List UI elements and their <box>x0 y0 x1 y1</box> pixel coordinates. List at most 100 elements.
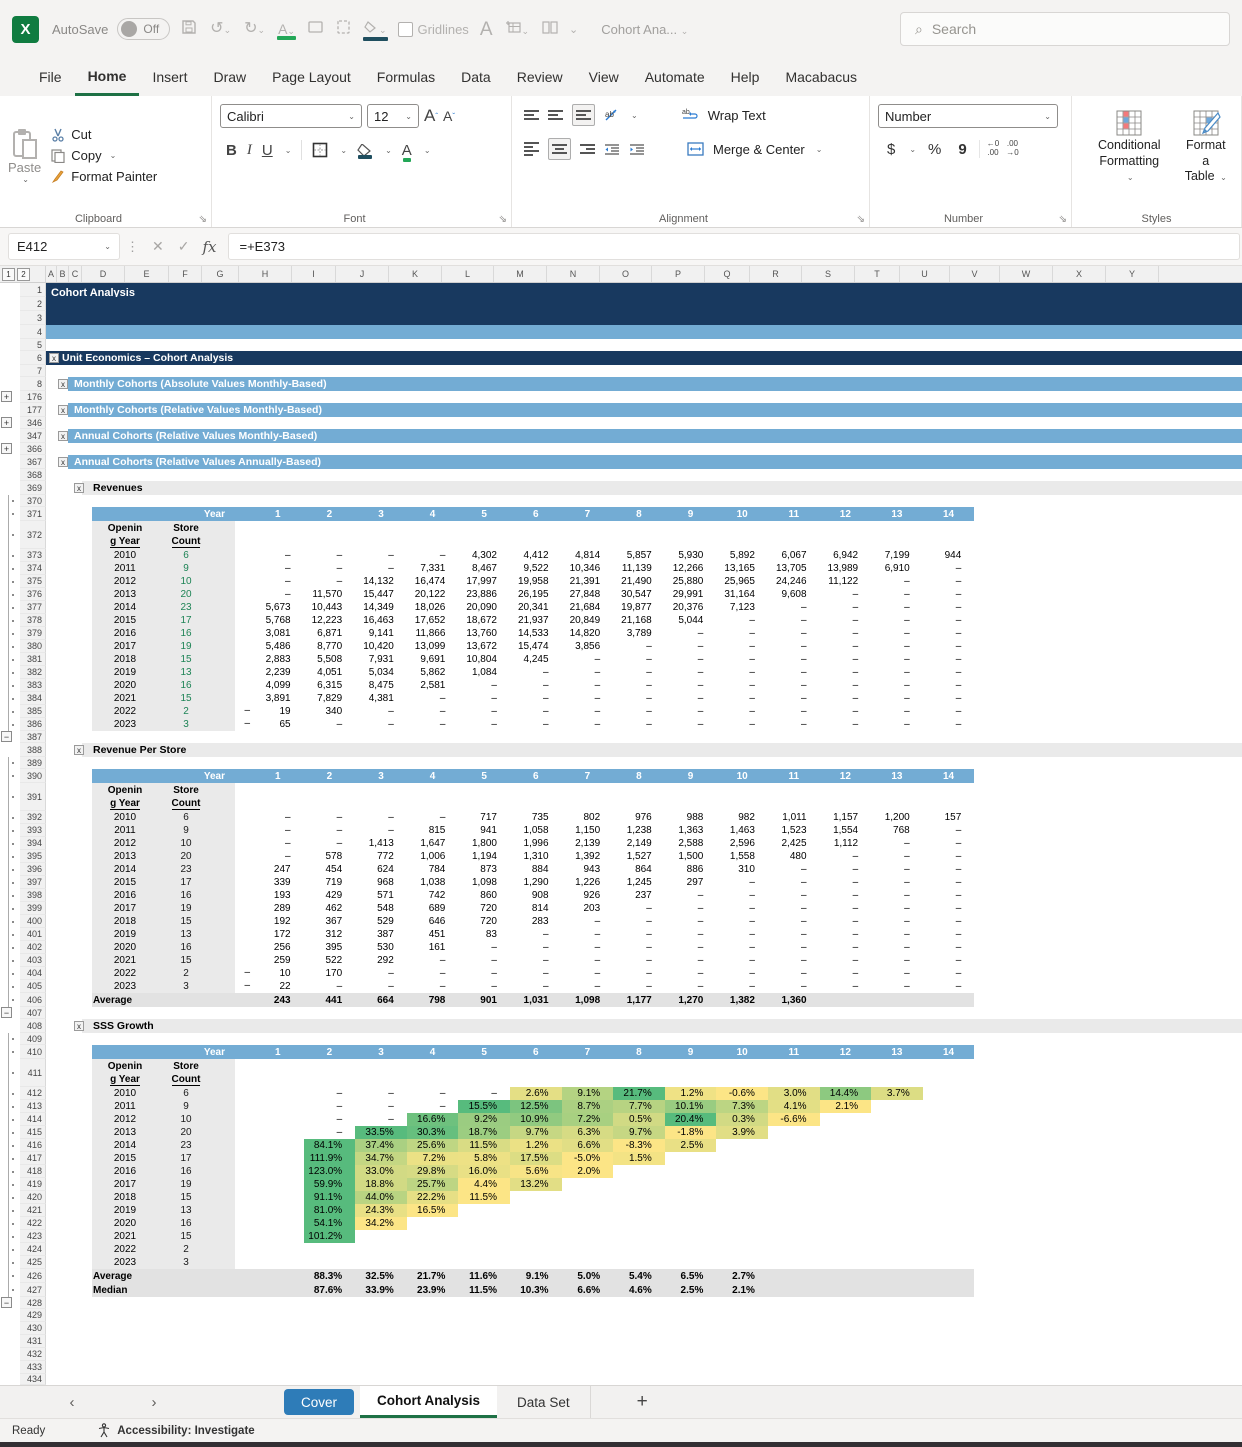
cell[interactable]: – <box>871 640 923 653</box>
fill-color-icon[interactable]: ⌄ <box>362 21 389 37</box>
cell[interactable]: – <box>820 705 872 718</box>
row-header[interactable]: 411 <box>20 1059 46 1087</box>
cell[interactable]: 1,150 <box>562 824 614 837</box>
table-row-labels[interactable]: 202115 <box>92 692 235 705</box>
cell[interactable]: 814 <box>510 902 562 915</box>
cell[interactable]: – <box>923 889 975 902</box>
cell[interactable]: – <box>562 954 614 967</box>
cell[interactable]: – <box>820 666 872 679</box>
cell[interactable]: 720 <box>458 902 510 915</box>
chevron-down-icon[interactable]: ⌄ <box>909 145 916 154</box>
year-cell[interactable]: 2018 <box>92 1192 158 1203</box>
number-format-select[interactable]: Number⌄ <box>878 104 1058 128</box>
cell[interactable]: – <box>665 627 717 640</box>
cell[interactable]: 988 <box>665 811 717 824</box>
cell[interactable]: 2,588 <box>665 837 717 850</box>
year-col-header[interactable]: 11 <box>768 509 820 520</box>
year-col-header[interactable]: 1 <box>252 1047 304 1058</box>
bold-button[interactable]: B <box>226 142 237 159</box>
year0-cell[interactable] <box>235 1256 252 1269</box>
cell[interactable]: -6.6% <box>768 1113 820 1126</box>
year-col-header[interactable]: 9 <box>665 771 717 782</box>
ribbon-tab-automate[interactable]: Automate <box>632 58 718 96</box>
cell[interactable]: – <box>304 562 356 575</box>
cell[interactable] <box>407 1217 459 1230</box>
cell[interactable]: 12,266 <box>665 562 717 575</box>
cell[interactable]: 16.5% <box>407 1204 459 1217</box>
cell[interactable] <box>613 1178 665 1191</box>
table-row-labels[interactable]: 201210 <box>92 1113 235 1126</box>
row-header[interactable]: 427 <box>20 1283 46 1297</box>
cell[interactable] <box>252 1113 304 1126</box>
conditional-formatting-button[interactable]: ConditionalFormatting ⌄ <box>1090 104 1169 207</box>
chevron-down-icon[interactable]: ⌄ <box>287 26 295 36</box>
cell[interactable]: – <box>871 627 923 640</box>
year0-cell[interactable]: – <box>235 980 252 993</box>
cell[interactable] <box>820 1256 872 1269</box>
table-row-labels[interactable]: 201913 <box>92 1204 235 1217</box>
cell[interactable] <box>923 1100 975 1113</box>
row-header[interactable]: 419 <box>20 1178 46 1191</box>
cell[interactable]: 646 <box>407 915 459 928</box>
currency-format-button[interactable]: $ <box>882 141 900 158</box>
year-col-header[interactable]: 9 <box>665 509 717 520</box>
cell[interactable] <box>923 1243 975 1256</box>
year0-cell[interactable] <box>235 692 252 705</box>
cell[interactable] <box>355 1256 407 1269</box>
format-as-table-button[interactable]: Format aTable ⌄ <box>1177 104 1235 207</box>
cell[interactable]: 5.8% <box>458 1152 510 1165</box>
cell[interactable] <box>871 1217 923 1230</box>
cell[interactable]: – <box>923 837 975 850</box>
store-count-cell[interactable]: 16 <box>158 1166 214 1177</box>
year-col-header[interactable]: 9 <box>665 1047 717 1058</box>
cell[interactable] <box>716 1165 768 1178</box>
cell[interactable]: – <box>820 863 872 876</box>
cell[interactable]: 14,533 <box>510 627 562 640</box>
cell[interactable]: – <box>923 562 975 575</box>
table-row-labels[interactable]: 201616 <box>92 889 235 902</box>
cell[interactable]: 689 <box>407 902 459 915</box>
row-header[interactable]: 412 <box>20 1087 46 1100</box>
cell[interactable]: 4,245 <box>510 653 562 666</box>
cell[interactable]: 10,804 <box>458 653 510 666</box>
store-count-cell[interactable]: 15 <box>158 693 214 704</box>
column-header-J[interactable]: J <box>336 266 389 282</box>
cell[interactable]: 10 <box>252 967 304 980</box>
year-cell[interactable]: 2019 <box>92 1205 158 1216</box>
cell[interactable]: 772 <box>355 850 407 863</box>
cell[interactable]: 4.1% <box>768 1100 820 1113</box>
column-header-C[interactable]: C <box>69 266 82 282</box>
cell[interactable] <box>252 1204 304 1217</box>
cell[interactable] <box>871 1191 923 1204</box>
sheet-tab-cohort-analysis[interactable]: Cohort Analysis <box>360 1386 497 1418</box>
table-row-labels[interactable]: 201517 <box>92 1152 235 1165</box>
cell[interactable]: 4,051 <box>304 666 356 679</box>
cell[interactable] <box>613 1243 665 1256</box>
row-header[interactable]: 346 <box>20 417 46 429</box>
section-title-bar[interactable]: SSS Growth <box>82 1019 1242 1033</box>
cell[interactable]: – <box>768 601 820 614</box>
cell[interactable]: 13,705 <box>768 562 820 575</box>
cell[interactable]: 283 <box>510 915 562 928</box>
collapse-toggle-icon[interactable]: x <box>58 457 68 467</box>
cell[interactable] <box>716 1191 768 1204</box>
table-row-labels[interactable]: 20106 <box>92 549 235 562</box>
chevron-down-icon[interactable]: ⌄ <box>379 25 387 35</box>
cell[interactable]: 15.5% <box>458 1100 510 1113</box>
chevron-down-icon[interactable]: ⌄ <box>424 146 431 155</box>
cell[interactable]: 6,871 <box>304 627 356 640</box>
year-cell[interactable]: 2020 <box>92 942 158 953</box>
year-col-header[interactable]: 3 <box>355 1047 407 1058</box>
cell[interactable]: 24,246 <box>768 575 820 588</box>
year-col-header[interactable]: 1 <box>252 771 304 782</box>
row-header[interactable]: 434 <box>20 1374 46 1385</box>
table-summary-row[interactable]: Average88.3%32.5%21.7%11.6%9.1%5.0%5.4%6… <box>92 1269 974 1283</box>
cell[interactable]: 9,608 <box>768 588 820 601</box>
year0-cell[interactable] <box>235 941 252 954</box>
cell[interactable] <box>252 1126 304 1139</box>
font-color-icon[interactable]: A⌄ <box>276 22 297 36</box>
store-count-cell[interactable]: 15 <box>158 654 214 665</box>
table-row-labels[interactable]: 20222 <box>92 967 235 980</box>
cell[interactable]: 982 <box>716 811 768 824</box>
row-header[interactable]: 386 <box>20 718 46 731</box>
